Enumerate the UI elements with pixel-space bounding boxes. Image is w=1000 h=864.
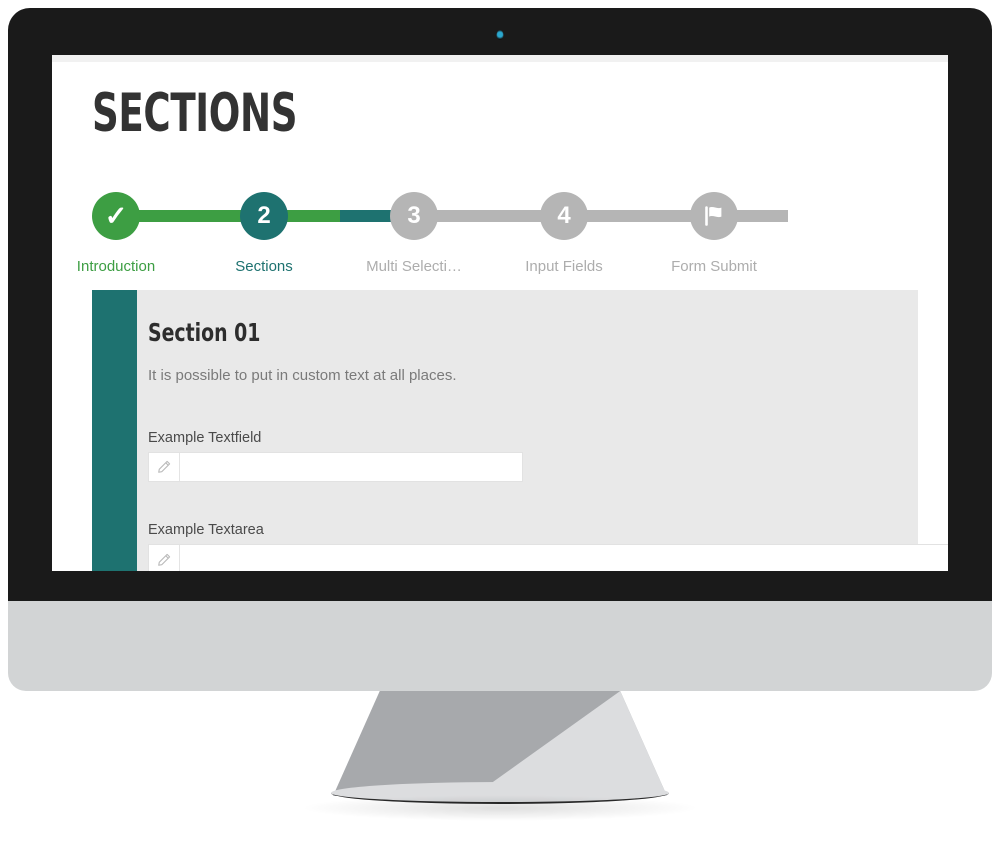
stepper-label-multi-selection[interactable]: Multi Selecti… (366, 258, 462, 275)
stepper-step-introduction[interactable]: ✓ (92, 192, 140, 240)
check-icon: ✓ (104, 200, 128, 231)
section-description: It is possible to put in custom text at … (148, 367, 457, 384)
stepper-step-number: 3 (407, 202, 421, 229)
stepper-label-sections[interactable]: Sections (235, 258, 293, 275)
label-example-textfield: Example Textfield (148, 430, 262, 446)
card-accent-bar (92, 290, 137, 571)
pencil-icon (149, 453, 180, 481)
stepper-connector-1-2 (116, 210, 340, 222)
section-heading: Section 01 (148, 318, 261, 347)
section-card: Section 01 It is possible to put in cust… (92, 290, 948, 571)
example-textarea-wrapper[interactable] (148, 544, 948, 571)
progress-stepper: ✓ 2 3 4 Introduction Sections Multi Sele… (77, 175, 802, 275)
example-textarea-input[interactable] (180, 545, 948, 571)
stepper-label-introduction[interactable]: Introduction (77, 258, 155, 275)
stepper-label-form-submit[interactable]: Form Submit (671, 258, 757, 275)
stepper-step-number: 2 (257, 202, 271, 229)
card-body: Section 01 It is possible to put in cust… (148, 290, 948, 571)
screen-top-strip (52, 55, 948, 62)
monitor-bezel: SECTIONS ✓ 2 3 4 Introduction Sections M… (8, 8, 992, 601)
example-textfield-wrapper[interactable] (148, 452, 523, 482)
monitor-chin (8, 601, 992, 691)
stepper-step-input-fields[interactable]: 4 (540, 192, 588, 240)
stand-shadow (300, 795, 700, 821)
stepper-label-input-fields[interactable]: Input Fields (525, 258, 603, 275)
stepper-step-form-submit[interactable] (690, 192, 738, 240)
page-title: SECTIONS (92, 83, 298, 144)
stepper-step-sections[interactable]: 2 (240, 192, 288, 240)
webcam-icon (496, 30, 504, 40)
flag-icon (702, 205, 726, 227)
stepper-step-multi-selection[interactable]: 3 (390, 192, 438, 240)
label-example-textarea: Example Textarea (148, 522, 264, 538)
pencil-icon (149, 545, 180, 571)
example-textfield-input[interactable] (180, 453, 522, 481)
monitor-screen: SECTIONS ✓ 2 3 4 Introduction Sections M… (52, 55, 948, 571)
page-content: SECTIONS ✓ 2 3 4 Introduction Sections M… (52, 62, 948, 571)
stepper-step-number: 4 (557, 202, 571, 229)
monitor-stand-neck (333, 691, 667, 796)
stepper-track: ✓ 2 3 4 Introduction Sections Multi Sele… (77, 192, 802, 275)
